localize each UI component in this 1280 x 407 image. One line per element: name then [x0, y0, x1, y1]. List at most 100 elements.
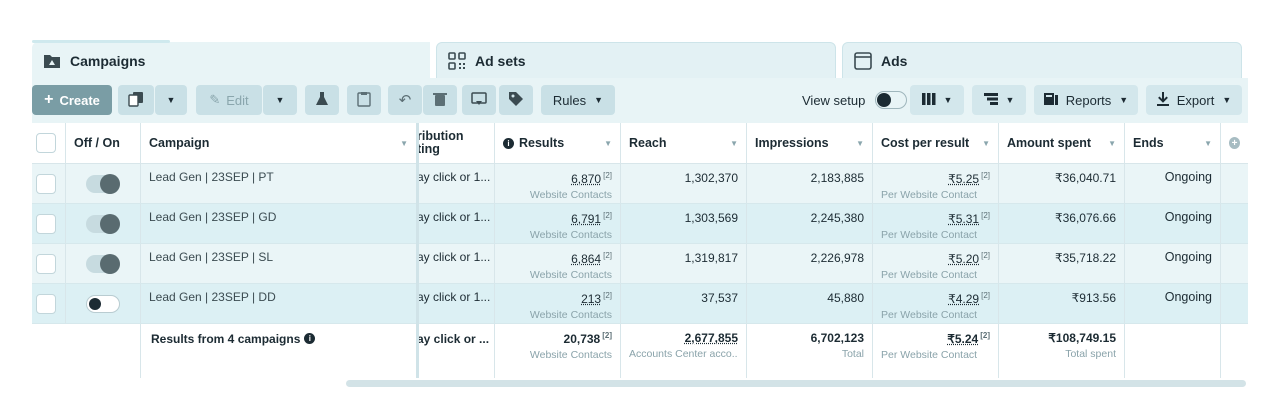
totals-attribution: ay click or ... [417, 324, 495, 378]
footnote-marker: [2] [981, 251, 990, 260]
attribution-setting: ay click or 1... [417, 164, 495, 203]
edit-dropdown-button[interactable]: ▼ [263, 85, 297, 115]
row-select-cell [32, 284, 66, 323]
campaign-name[interactable]: Lead Gen | 23SEP | DD [141, 284, 417, 323]
column-header-reach[interactable]: Reach ▼ [621, 123, 747, 163]
reports-button[interactable]: Reports ▼ [1034, 85, 1138, 115]
table-row[interactable]: Lead Gen | 23SEP | DD ay click or 1... 2… [32, 284, 1248, 324]
undo-button[interactable]: ↶ [388, 85, 422, 115]
footnote-marker: [2] [602, 331, 612, 340]
amount-spent-value: ₹35,718.22 [999, 244, 1125, 283]
totals-spent-value: ₹108,749.15 [1048, 331, 1116, 345]
impressions-value: 2,226,978 [747, 244, 873, 283]
totals-reach-value: 2,677,855 [684, 331, 738, 345]
totals-spacer [32, 324, 66, 378]
pencil-icon: ✎ [209, 92, 221, 107]
rules-label: Rules [552, 92, 587, 108]
column-label: Ends [1133, 136, 1164, 150]
table-row[interactable]: Lead Gen | 23SEP | GD ay click or 1... 6… [32, 204, 1248, 244]
rules-button[interactable]: Rules ▼ [541, 85, 615, 115]
ends-value: Ongoing [1125, 164, 1221, 203]
ends-value: Ongoing [1125, 284, 1221, 323]
reports-label: Reports [1065, 92, 1112, 108]
column-header-amount-spent[interactable]: Amount spent ▼ [999, 123, 1125, 163]
sort-icon: ▼ [1204, 138, 1212, 148]
duplicate-dropdown-button[interactable]: ▼ [155, 85, 187, 115]
preview-button[interactable] [462, 85, 496, 115]
duplicate-button[interactable] [118, 85, 154, 115]
caret-down-icon: ▼ [1222, 95, 1232, 105]
campaign-toggle[interactable] [86, 173, 120, 194]
impressions-value: 2,183,885 [747, 164, 873, 203]
sort-icon: ▼ [1108, 138, 1116, 148]
row-select-cell [32, 204, 66, 243]
columns-button[interactable]: ▼ [910, 85, 964, 115]
reports-icon [1043, 92, 1058, 109]
column-label: Cost per result [881, 136, 970, 150]
select-all-checkbox[interactable] [36, 133, 56, 153]
tab-ads[interactable]: Ads [842, 42, 1242, 80]
tab-ad-sets[interactable]: Ad sets [436, 42, 836, 80]
table-row[interactable]: Lead Gen | 23SEP | SL ay click or 1... 6… [32, 244, 1248, 284]
totals-cpr-cell: ₹5.24 [2] Per Website Contact [873, 324, 999, 378]
campaign-toggle[interactable] [86, 253, 120, 274]
tag-button[interactable] [499, 85, 533, 115]
column-header-results[interactable]: i Results ▼ [495, 123, 621, 163]
caret-down-icon: ▼ [1119, 95, 1129, 105]
sort-icon: ▼ [604, 138, 612, 148]
campaign-toggle[interactable] [86, 294, 120, 313]
table-row[interactable]: Lead Gen | 23SEP | PT ay click or 1... 6… [32, 164, 1248, 204]
cost-per-result-type: Per Website Contact [881, 189, 978, 201]
campaign-toggle[interactable] [86, 213, 120, 234]
add-column-button[interactable]: + [1221, 123, 1248, 163]
results-cell: 6,864 [2] Website Contacts [495, 244, 621, 283]
breakdown-button[interactable]: ▼ [972, 85, 1026, 115]
column-header-attribution[interactable]: ribution ting [417, 123, 495, 163]
column-header-campaign[interactable]: Campaign ▼ [141, 123, 417, 163]
campaign-name[interactable]: Lead Gen | 23SEP | GD [141, 204, 417, 243]
off-on-cell [66, 164, 141, 203]
row-checkbox[interactable] [36, 293, 56, 314]
duplicate-icon [128, 91, 144, 110]
column-label: Amount spent [1007, 136, 1092, 150]
column-header-ends[interactable]: Ends ▼ [1125, 123, 1221, 163]
campaign-name[interactable]: Lead Gen | 23SEP | PT [141, 164, 417, 203]
sort-icon: ▼ [400, 138, 408, 148]
edit-button[interactable]: ✎ Edit [196, 85, 262, 115]
delete-button[interactable] [423, 85, 457, 115]
column-header-impressions[interactable]: Impressions ▼ [747, 123, 873, 163]
select-all-cell [32, 123, 66, 163]
footnote-marker: [2] [603, 171, 612, 180]
row-select-cell [32, 164, 66, 203]
totals-impressions-value: 6,702,123 [810, 331, 864, 345]
ends-value: Ongoing [1125, 204, 1221, 243]
breakdown-icon [983, 92, 998, 108]
off-on-cell [66, 204, 141, 243]
clipboard-button[interactable] [347, 85, 381, 115]
ab-test-button[interactable] [305, 85, 339, 115]
amount-spent-value: ₹36,076.66 [999, 204, 1125, 243]
info-icon[interactable]: i [503, 137, 514, 149]
horizontal-scrollbar[interactable] [346, 380, 1246, 387]
results-cell: 213 [2] Website Contacts [495, 284, 621, 323]
cost-per-result-cell: ₹5.20 [2] Per Website Contact [873, 244, 999, 283]
tab-label: Campaigns [70, 53, 146, 69]
row-checkbox[interactable] [36, 253, 56, 274]
folder-icon [42, 51, 62, 71]
view-setup-toggle[interactable] [875, 91, 908, 109]
info-icon[interactable]: i [304, 333, 316, 344]
column-header-cost-per-result[interactable]: Cost per result ▼ [873, 123, 999, 163]
results-type: Website Contacts [529, 189, 612, 201]
attribution-setting: ay click or 1... [417, 244, 495, 283]
view-setup[interactable]: View setup [802, 85, 908, 115]
totals-label-text: Results from 4 campaigns [151, 332, 301, 346]
column-header-off-on[interactable]: Off / On [66, 123, 141, 163]
tab-campaigns[interactable]: Campaigns [32, 40, 430, 80]
campaign-name[interactable]: Lead Gen | 23SEP | SL [141, 244, 417, 283]
preview-icon [471, 91, 487, 110]
create-button[interactable]: + Create [32, 85, 112, 115]
row-checkbox[interactable] [36, 173, 56, 194]
export-button[interactable]: Export ▼ [1146, 85, 1242, 115]
reach-value: 1,302,370 [621, 164, 747, 203]
row-checkbox[interactable] [36, 213, 56, 234]
